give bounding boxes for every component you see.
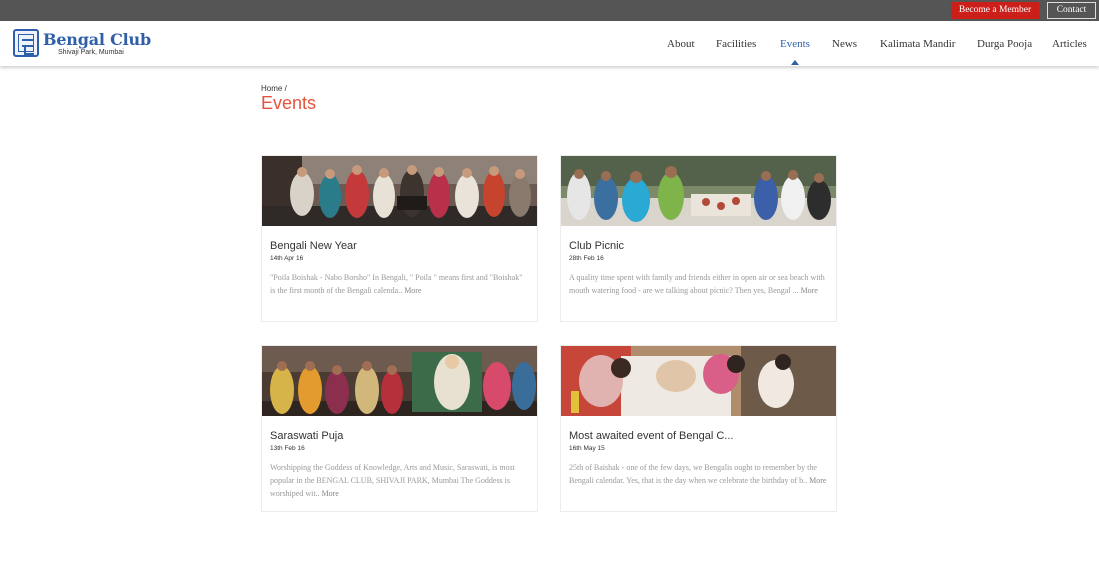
site-header: Bengal Club Shivaji Park, Mumbai About F… (0, 21, 1099, 66)
logo-subtitle: Shivaji Park, Mumbai (58, 49, 124, 56)
read-more-link[interactable]: More (809, 476, 826, 485)
nav-item-durga-pooja[interactable]: Durga Pooja (977, 38, 1032, 52)
event-photo-picnic[interactable] (561, 156, 836, 226)
nav-item-kalimata-mandir[interactable]: Kalimata Mandir (880, 38, 955, 52)
event-photo-new-year[interactable] (262, 156, 537, 226)
event-date: 16th May 15 (569, 445, 605, 452)
nav-item-about[interactable]: About (667, 38, 695, 52)
event-photo-saraswati-puja[interactable] (262, 346, 537, 416)
event-card[interactable]: Saraswati Puja 13th Feb 16 Worshipping t… (261, 345, 538, 512)
event-card[interactable]: Most awaited event of Bengal C... 16th M… (560, 345, 837, 512)
nav-item-articles[interactable]: Articles (1052, 38, 1087, 52)
active-nav-indicator (791, 60, 799, 65)
event-date: 14th Apr 16 (270, 255, 304, 262)
event-excerpt: "Poila Boishak - Nabo Borsho" In Bengali… (270, 271, 528, 297)
read-more-link[interactable]: More (801, 286, 818, 295)
nav-item-news[interactable]: News (832, 38, 857, 52)
event-excerpt-text: Worshipping the Goddess of Knowledge, Ar… (270, 463, 515, 498)
event-title[interactable]: Club Picnic (569, 240, 624, 252)
club-logo-icon[interactable] (13, 29, 39, 57)
event-date: 13th Feb 16 (270, 445, 305, 452)
event-title[interactable]: Saraswati Puja (270, 430, 343, 442)
event-excerpt-text: 25th of Baishak - one of the few days, w… (569, 463, 817, 485)
become-member-button[interactable]: Become a Member (951, 2, 1039, 19)
read-more-link[interactable]: More (322, 489, 339, 498)
event-excerpt: 25th of Baishak - one of the few days, w… (569, 461, 827, 487)
event-excerpt-text: A quality time spent with family and fri… (569, 273, 825, 295)
read-more-link[interactable]: More (404, 286, 421, 295)
event-title[interactable]: Bengali New Year (270, 240, 357, 252)
event-date: 28th Feb 16 (569, 255, 604, 262)
nav-item-events[interactable]: Events (780, 38, 810, 52)
nav-item-facilities[interactable]: Facilities (716, 38, 756, 52)
event-excerpt: Worshipping the Goddess of Knowledge, Ar… (270, 461, 528, 500)
logo-title[interactable]: Bengal Club (43, 30, 151, 49)
page-title: Events (261, 93, 317, 113)
event-card[interactable]: Club Picnic 28th Feb 16 A quality time s… (560, 155, 837, 322)
event-excerpt: A quality time spent with family and fri… (569, 271, 827, 297)
event-title[interactable]: Most awaited event of Bengal C... (569, 430, 733, 442)
top-bar: Become a Member Contact (0, 0, 1099, 21)
event-card[interactable]: Bengali New Year 14th Apr 16 "Poila Bois… (261, 155, 538, 322)
event-photo-tagore-birthday[interactable] (561, 346, 836, 416)
breadcrumb: Home / (261, 84, 287, 93)
contact-button[interactable]: Contact (1047, 2, 1096, 19)
breadcrumb-home-link[interactable]: Home (261, 84, 282, 93)
event-excerpt-text: "Poila Boishak - Nabo Borsho" In Bengali… (270, 273, 523, 295)
breadcrumb-separator: / (284, 84, 287, 93)
